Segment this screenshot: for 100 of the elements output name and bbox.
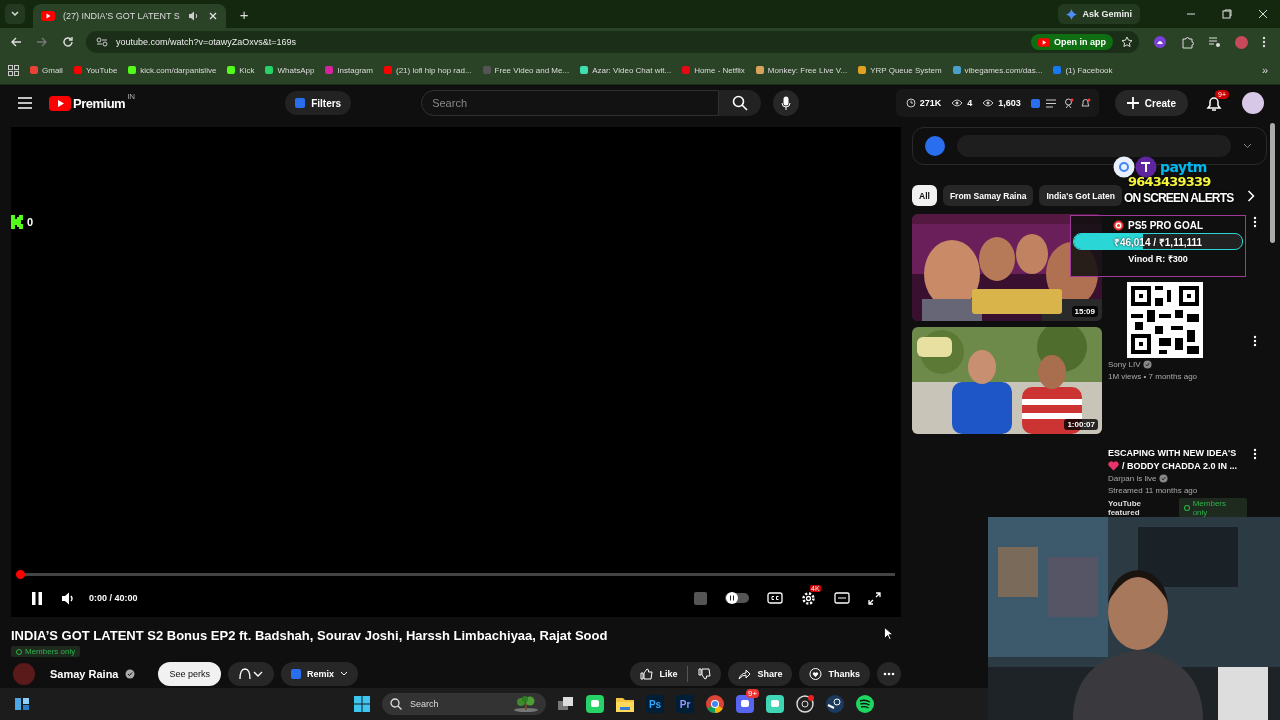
more-icon[interactable] bbox=[1262, 36, 1266, 48]
app-icon[interactable] bbox=[766, 695, 784, 713]
browser-tab[interactable]: (27) INDIA'S GOT LATENT S bbox=[33, 4, 226, 28]
chevron-down-icon[interactable] bbox=[1243, 143, 1252, 149]
channel-name[interactable]: Darpan is live bbox=[1108, 474, 1157, 483]
stat-count: 271K bbox=[919, 98, 942, 108]
fullscreen-icon[interactable] bbox=[868, 591, 881, 605]
more-icon[interactable] bbox=[1253, 335, 1257, 347]
recorder-icon[interactable] bbox=[796, 695, 814, 713]
list-icon[interactable] bbox=[1045, 98, 1057, 108]
bookmark[interactable]: vibegames.com/das... bbox=[952, 65, 1043, 75]
taskbar-search-field[interactable]: Search bbox=[382, 693, 546, 715]
create-button[interactable]: Create bbox=[1114, 90, 1188, 116]
bookmark[interactable]: Azar: Video Chat wit... bbox=[580, 65, 672, 75]
notification-badge: 9+ bbox=[746, 689, 760, 698]
featured-label: YouTube featured bbox=[1108, 499, 1143, 517]
back-icon[interactable] bbox=[10, 36, 22, 48]
close-icon[interactable] bbox=[1258, 9, 1268, 19]
puzzle-icon[interactable] bbox=[1181, 35, 1194, 49]
folder-icon[interactable] bbox=[616, 696, 634, 712]
app-icon[interactable] bbox=[586, 695, 604, 713]
bookmark[interactable]: Monkey: Free Live V... bbox=[755, 65, 848, 75]
alert-icon[interactable] bbox=[1062, 97, 1074, 109]
eye-icon bbox=[982, 99, 995, 107]
chat-app-icon[interactable] bbox=[736, 695, 754, 713]
video-title[interactable]: ESCAPING WITH NEW IDEA'S bbox=[1108, 448, 1247, 458]
star-icon[interactable] bbox=[1121, 36, 1133, 48]
apps-icon[interactable] bbox=[8, 64, 19, 76]
autoplay-toggle[interactable] bbox=[725, 592, 749, 605]
thanks-button[interactable]: Thanks bbox=[799, 662, 870, 687]
ask-gemini-button[interactable]: Ask Gemini bbox=[1058, 4, 1140, 24]
bookmark[interactable]: Gmail bbox=[30, 65, 63, 75]
app-icon[interactable]: Ps bbox=[646, 695, 664, 713]
chevron-right-icon[interactable] bbox=[1247, 189, 1255, 202]
volume-icon[interactable] bbox=[61, 591, 75, 605]
tab-list-button[interactable] bbox=[5, 4, 25, 24]
bookmark[interactable]: (1) Facebook bbox=[1053, 65, 1113, 75]
theater-mode-icon[interactable] bbox=[834, 592, 850, 605]
settings-icon[interactable] bbox=[801, 590, 816, 606]
music-app-icon[interactable] bbox=[856, 695, 874, 713]
reload-icon[interactable] bbox=[62, 36, 74, 48]
video-duration: 1:00:07 bbox=[1064, 419, 1098, 430]
restore-icon[interactable] bbox=[1222, 9, 1232, 19]
more-bookmarks-button[interactable]: » bbox=[1261, 64, 1268, 76]
channel-name[interactable]: Samay Raina bbox=[50, 668, 119, 681]
remix-button[interactable]: Remix bbox=[281, 662, 359, 687]
notification-bell-button[interactable] bbox=[228, 662, 274, 687]
see-perks-button[interactable]: See perks bbox=[158, 662, 221, 687]
more-icon[interactable] bbox=[1253, 216, 1257, 228]
search-button[interactable] bbox=[719, 90, 762, 116]
bookmark[interactable]: Home - Netflix bbox=[682, 65, 745, 75]
filter-chip[interactable]: All bbox=[912, 185, 937, 206]
forward-icon[interactable] bbox=[36, 36, 48, 48]
new-tab-button[interactable]: + bbox=[233, 5, 255, 23]
heart-icon bbox=[1108, 461, 1119, 471]
verified-icon bbox=[1143, 360, 1153, 369]
scrubber-handle[interactable] bbox=[16, 570, 25, 580]
bookmark[interactable]: Free Video and Me... bbox=[482, 65, 570, 75]
extension-icon[interactable] bbox=[1153, 35, 1167, 49]
search-icon bbox=[732, 95, 749, 111]
video-title[interactable]: / BODDY CHADDA 2.0 IN ... bbox=[1122, 461, 1238, 471]
open-in-app-button[interactable]: Open in app bbox=[1031, 34, 1113, 50]
game-launcher-icon[interactable] bbox=[826, 695, 844, 713]
bookmark[interactable]: (21) lofi hip hop rad... bbox=[383, 65, 472, 75]
bell-icon[interactable] bbox=[1079, 97, 1091, 109]
bookmark[interactable]: Instagram bbox=[325, 65, 373, 75]
bookmark[interactable]: YouTube bbox=[73, 65, 118, 75]
filters-button[interactable]: Filters bbox=[285, 91, 352, 115]
filter-chip[interactable]: From Samay Raina bbox=[942, 185, 1034, 206]
menu-icon[interactable] bbox=[17, 97, 33, 109]
goal-title: PS5 PRO GOAL bbox=[1128, 220, 1203, 231]
target-icon bbox=[1113, 220, 1124, 231]
bookmark[interactable]: kick.com/darpanislive bbox=[128, 65, 217, 75]
windows-start-icon[interactable] bbox=[354, 696, 370, 712]
speaker-icon[interactable] bbox=[187, 11, 200, 21]
scrollbar-thumb[interactable] bbox=[1270, 123, 1275, 243]
extension-icon bbox=[295, 98, 306, 108]
channel-name[interactable]: Sony LIV bbox=[1108, 360, 1141, 369]
pause-icon[interactable] bbox=[31, 591, 43, 605]
account-avatar[interactable] bbox=[1242, 92, 1264, 114]
share-button[interactable]: Share bbox=[728, 662, 793, 687]
close-icon[interactable] bbox=[207, 11, 218, 21]
more-icon[interactable] bbox=[1253, 448, 1257, 460]
dislike-icon[interactable] bbox=[698, 668, 712, 681]
bookmark[interactable]: YRP Queue System bbox=[858, 65, 942, 75]
app-icon[interactable]: Pr bbox=[676, 695, 694, 713]
bookmark[interactable]: Kick bbox=[227, 65, 255, 75]
media-icon[interactable] bbox=[1208, 36, 1221, 48]
filter-chip[interactable]: India's Got Laten bbox=[1039, 185, 1123, 206]
eye-icon bbox=[951, 99, 964, 107]
captions-icon[interactable] bbox=[767, 592, 783, 605]
voice-search-button[interactable] bbox=[773, 90, 800, 116]
address-field[interactable]: youtube.com/watch?v=otawyZaOxvs&t=169s Open in app bbox=[86, 31, 1139, 53]
widgets-icon[interactable] bbox=[14, 697, 30, 711]
browser-icon[interactable] bbox=[706, 695, 724, 713]
search-field[interactable]: Search bbox=[421, 90, 720, 116]
task-view-icon[interactable] bbox=[558, 697, 574, 711]
site-settings-icon[interactable] bbox=[96, 37, 108, 47]
more-actions-button[interactable] bbox=[877, 662, 901, 687]
bookmark[interactable]: WhatsApp bbox=[265, 65, 315, 75]
